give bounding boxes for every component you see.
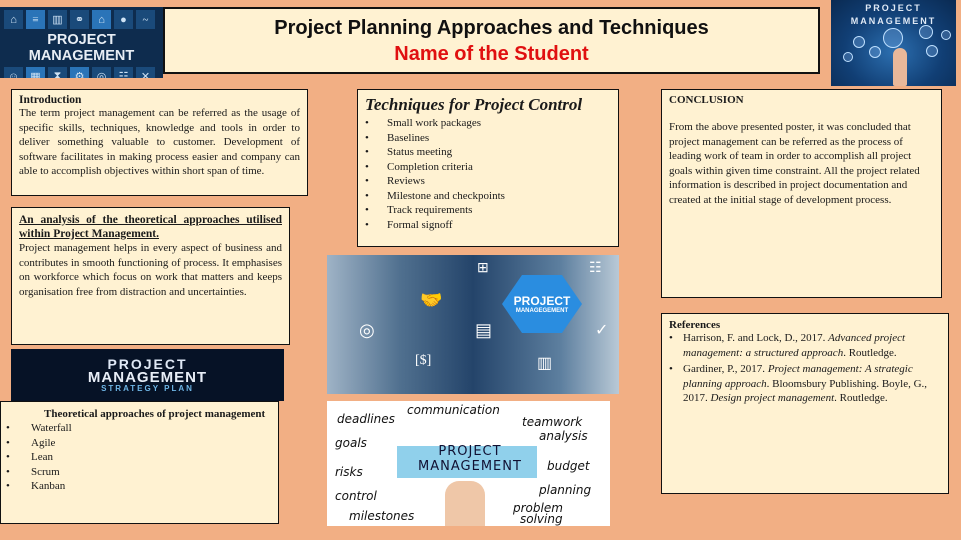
money-icon: [$] [415, 353, 432, 368]
pointing-hand-icon [893, 48, 907, 86]
chart-icon: ▥ [48, 10, 67, 29]
banner-label: PROJECT MANAGEMENT [28, 32, 135, 64]
technique-item: • Status meeting [365, 146, 453, 158]
person-node-icon [883, 28, 903, 48]
word-cloud-line3: STRATEGY PLAN [101, 383, 194, 393]
doodle-word: planning [539, 483, 592, 497]
doodle-word: analysis [539, 429, 588, 443]
technique-item: • Baselines [365, 131, 430, 144]
handshake-icon: 🤝 [420, 290, 443, 310]
report-icon: ▥ [537, 355, 553, 372]
technique-item: • Small work packages [365, 117, 482, 129]
approaches-list: • Waterfall • Agile • Lean • Scrum • Kanban [6, 421, 273, 494]
gear-icon: ⚙ [70, 67, 89, 78]
checkmark-icon: ✓ [595, 322, 609, 339]
hourglass-icon: ⧗ [48, 67, 67, 78]
image-label-line1: PROJECT [865, 3, 922, 13]
doodle-word: control [335, 489, 377, 503]
approaches-section: Theoretical approaches of project manage… [0, 401, 279, 524]
doodle-word: goals [335, 436, 367, 450]
server-icon: ≡ [26, 10, 45, 29]
project-management-banner-image: ⌂ ≡ ▥ ⚭ ⌂ ● ~ PROJECT MANAGEMENT ☺ ▦ ⧗ ⚙… [0, 7, 163, 78]
analysis-body: Project management helps in every aspect… [19, 242, 282, 298]
technique-item: • Milestone and checkpoints [365, 189, 505, 202]
analysis-heading: An analysis of the theoretical approache… [19, 214, 282, 240]
building-icon: ⌂ [92, 10, 111, 29]
hexagon-project-management-image: ⊞ 🤝 ◎ ▤ [$] ✓ ▥ ☷ PROJECT MANAGEGEMENT [327, 255, 619, 394]
doodle-word: solving [520, 512, 563, 526]
techniques-section: Techniques for Project Control • Small wo… [357, 89, 619, 247]
poster-title-box: Project Planning Approaches and Techniqu… [163, 7, 820, 74]
doodle-word: teamwork [522, 415, 583, 429]
references-heading: References [669, 319, 721, 331]
target-icon: ◎ [92, 67, 111, 78]
doodle-word: risks [335, 465, 363, 479]
doodle-word: milestones [349, 509, 415, 523]
approach-item: • Lean [6, 451, 53, 463]
lightbulb-icon: ● [114, 10, 133, 29]
introduction-heading: Introduction [19, 94, 82, 106]
doodle-word: deadlines [337, 412, 395, 426]
technique-item: • Completion criteria [365, 160, 473, 173]
handshake-icon: ⚭ [70, 10, 89, 29]
person-node-icon [869, 46, 881, 58]
approaches-heading: Theoretical approaches of project manage… [44, 408, 266, 420]
www-icon: ~ [136, 10, 155, 29]
person-node-icon [941, 30, 951, 40]
person-node-icon [853, 36, 865, 48]
doodle-word: communication [407, 403, 500, 417]
references-list: • Harrison, F. and Lock, D., 2017. Advan… [669, 331, 941, 406]
person-node-icon [843, 52, 853, 62]
technique-item: • Reviews [365, 175, 425, 187]
student-name: Name of the Student [394, 43, 589, 65]
approach-item: • Agile [6, 436, 56, 449]
approach-item: • Scrum [6, 465, 60, 478]
person-node-icon [926, 45, 938, 57]
map-icon: ▦ [26, 67, 45, 78]
fist-icon [445, 481, 485, 526]
team-icon: ☷ [589, 261, 602, 276]
network-project-management-image: PROJECT MANAGEMENT [831, 0, 956, 86]
technique-item: • Formal signoff [365, 218, 453, 231]
introduction-body: The term project management can be refer… [19, 107, 300, 177]
doodle-center-text: PROJECT MANAGEMENT [418, 444, 522, 474]
strategy-icon: ✕ [136, 67, 155, 78]
reference-item: • Harrison, F. and Lock, D., 2017. Advan… [669, 332, 906, 359]
group-icon: ☷ [114, 67, 133, 78]
project-management-hexagon: PROJECT MANAGEGEMENT [502, 275, 582, 333]
techniques-heading: Techniques for Project Control [365, 95, 583, 114]
poster-title: Project Planning Approaches and Techniqu… [274, 17, 709, 39]
image-label-line2: MANAGEMENT [850, 16, 937, 26]
conclusion-section: CONCLUSION From the above presented post… [661, 89, 942, 298]
doodle-word: budget [547, 459, 590, 473]
reference-item: • Gardiner, P., 2017. Project management… [669, 363, 928, 404]
word-cloud-image: PROJECT MANAGEMENT STRATEGY PLAN [11, 349, 284, 401]
word-cloud-line2: MANAGEMENT [87, 368, 208, 386]
bank-icon: ⌂ [4, 10, 23, 29]
gantt-icon: ▤ [475, 320, 493, 340]
person-node-icon [919, 25, 933, 39]
approach-item: • Kanban [6, 480, 66, 492]
conclusion-heading: CONCLUSION [669, 94, 744, 106]
project-management-doodle-image: PROJECT MANAGEMENT communication deadlin… [327, 401, 610, 526]
techniques-list: • Small work packages • Baselines • Status … [365, 116, 611, 232]
analysis-section: An analysis of the theoretical approache… [11, 207, 290, 345]
references-section: References • Harrison, F. and Lock, D., … [661, 313, 949, 494]
conclusion-body: From the above presented poster, it was … [669, 121, 920, 206]
approach-item: • Waterfall [6, 422, 72, 434]
target-icon: ◎ [359, 320, 375, 340]
introduction-section: Introduction The term project management… [11, 89, 308, 196]
team-icon: ☺ [4, 67, 23, 78]
org-chart-icon: ⊞ [477, 261, 489, 276]
technique-item: • Track requirements [365, 204, 473, 216]
